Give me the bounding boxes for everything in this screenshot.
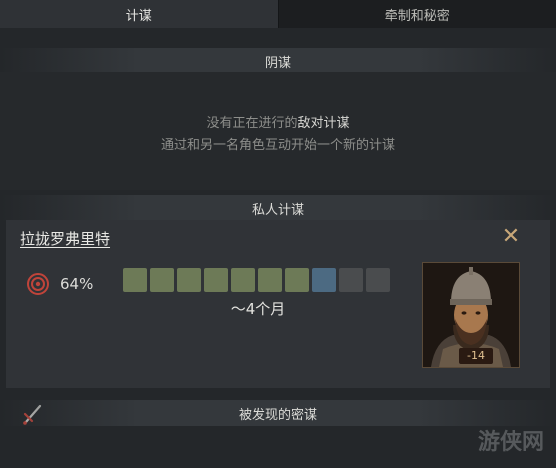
tab-schemes-label: 计谋 [125, 8, 152, 24]
discovered-schemes-title: 被发现的密谋 [238, 407, 317, 423]
tab-hooks-secrets[interactable]: 牵制和秘密 [278, 0, 556, 28]
scheme-progress-bar [123, 268, 390, 292]
hostile-schemes-header: 阴谋 [0, 48, 556, 74]
start-scheme-hint: 通过和另一名角色互动开始一个新的计谋 [160, 138, 395, 153]
progress-segment-done [285, 268, 309, 292]
personal-schemes-title: 私人计谋 [251, 202, 304, 218]
scheme-title[interactable]: 拉拢罗弗里特 [20, 228, 110, 249]
no-hostile-schemes-text: 没有正在进行的敌对计谋 [0, 112, 556, 131]
personal-scheme-card[interactable]: 拉拢罗弗里特 ✕ 64% ～4个月 -14 [6, 220, 550, 388]
progress-segment-done [150, 268, 174, 292]
progress-segment-current [312, 268, 336, 292]
progress-segment-done [204, 268, 228, 292]
tab-bar: 计谋 牵制和秘密 [0, 0, 556, 28]
progress-segment-done [123, 268, 147, 292]
target-icon [27, 273, 49, 295]
progress-segment-done [231, 268, 255, 292]
discovered-schemes-header: 被发现的密谋 [0, 400, 556, 426]
no-hostile-prefix: 没有正在进行的 [206, 116, 298, 131]
hostile-schemes-panel: 没有正在进行的敌对计谋 通过和另一名角色互动开始一个新的计谋 [0, 72, 556, 190]
opinion-badge: -14 [459, 348, 493, 364]
progress-segment-done [258, 268, 282, 292]
watermark-logo: 游侠网 [478, 429, 545, 455]
hostile-scheme-link[interactable]: 敌对计谋 [298, 116, 350, 131]
progress-segment-empty [366, 268, 390, 292]
time-remaining: ～4个月 [230, 300, 286, 318]
success-chance: 64% [60, 275, 94, 293]
target-portrait[interactable]: -14 [422, 262, 520, 368]
progress-segment-done [177, 268, 201, 292]
progress-segment-empty [339, 268, 363, 292]
tab-schemes[interactable]: 计谋 [0, 0, 279, 28]
personal-schemes-header: 私人计谋 [0, 195, 556, 221]
tab-hooks-secrets-label: 牵制和秘密 [384, 8, 450, 24]
close-icon[interactable]: ✕ [498, 224, 524, 250]
hostile-schemes-title: 阴谋 [264, 55, 291, 71]
